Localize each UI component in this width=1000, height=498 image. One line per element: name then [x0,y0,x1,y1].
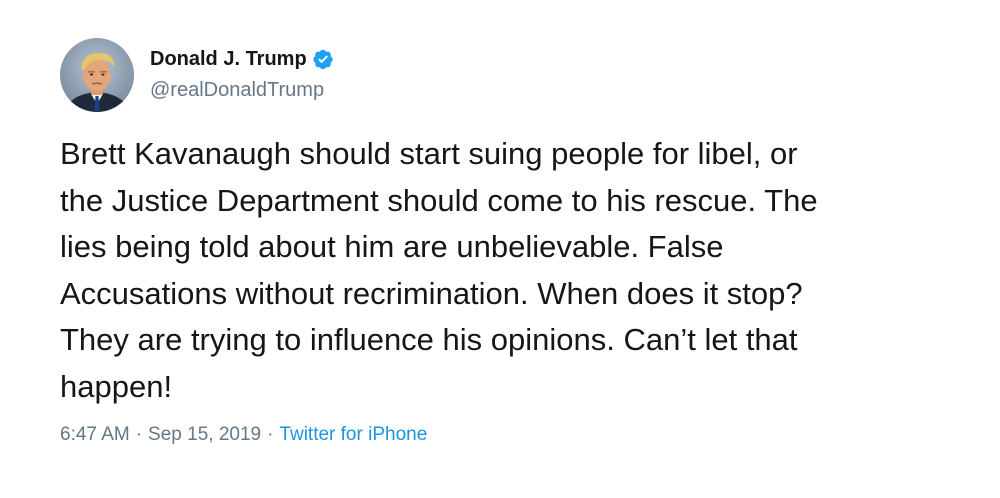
tweet-text-line: Brett Kavanaugh should start suing peopl… [60,136,798,171]
avatar[interactable] [60,38,134,112]
tweet-text-line: Accusations without recrimination. When … [60,275,803,311]
meta-separator: · [135,424,143,445]
tweet-source-link[interactable]: Twitter for iPhone [279,424,427,445]
meta-separator: · [267,424,274,445]
tweet-card: Donald J. Trump @realDonaldTrump Brett K… [0,0,1000,498]
author-name-row[interactable]: Donald J. Trump [150,46,334,72]
tweet-time[interactable]: 6:47 AM [60,424,130,445]
author-handle[interactable]: @realDonaldTrump [150,77,324,103]
author-display-name[interactable]: Donald J. Trump [150,46,307,72]
tweet-text-line: lies being told about him are unbelievab… [60,229,724,264]
tweet-meta: 6:47 AM · Sep 15, 2019 · Twitter for iPhone [60,422,427,448]
verified-badge-icon [312,48,334,70]
tweet-text-line: happen! [60,368,173,404]
tweet-text: Brett Kavanaugh should start suing peopl… [60,131,940,410]
tweet-date[interactable]: Sep 15, 2019 [148,424,261,445]
tweet-text-line: They are trying to influence his opinion… [60,322,798,357]
tweet-text-line: the Justice Department should come to hi… [60,182,818,218]
avatar-image [60,38,134,112]
